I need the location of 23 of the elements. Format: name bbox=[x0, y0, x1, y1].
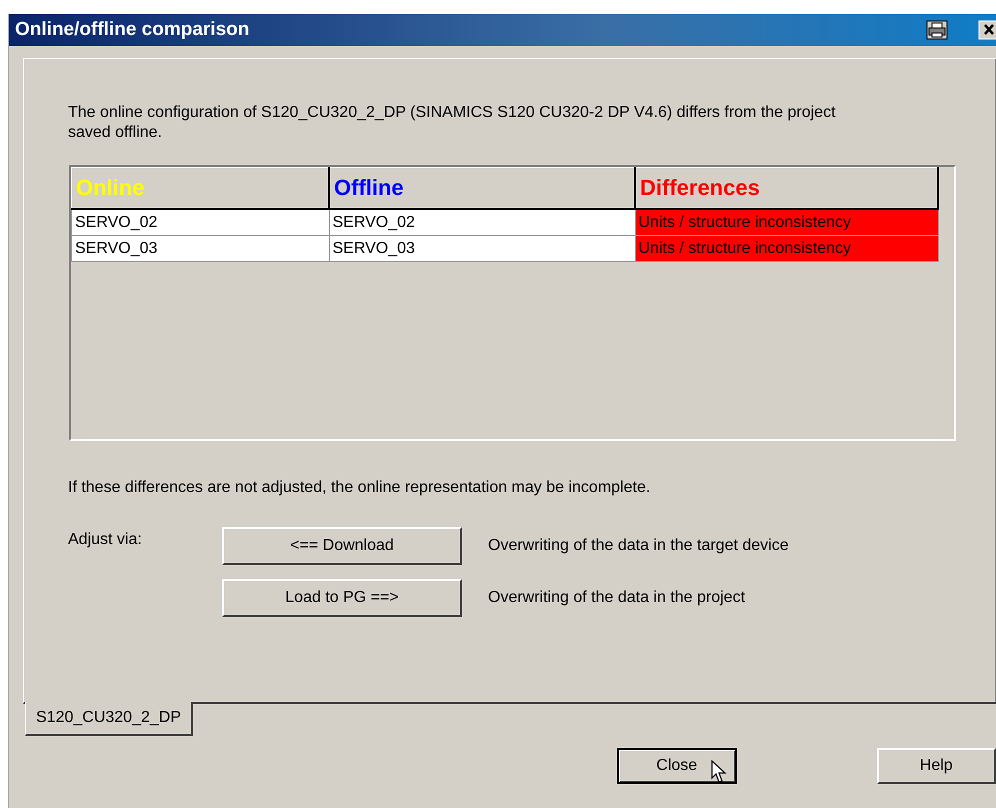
table-cell: Units / structure inconsistency bbox=[635, 209, 938, 236]
mouse-pointer-icon bbox=[711, 760, 727, 784]
action-description: Overwriting of the data in the target device bbox=[488, 537, 789, 555]
adjust-label: Adjust via: bbox=[68, 530, 143, 550]
action-button[interactable]: Load to PG ==> bbox=[222, 579, 462, 617]
warning-text: If these differences are not adjusted, the online representation may be incomplete. bbox=[68, 479, 652, 497]
action-description: Overwriting of the data in the project bbox=[488, 589, 746, 607]
table-cell: SERVO_03 bbox=[329, 236, 635, 262]
tab[interactable]: S120_CU320_2_DP bbox=[25, 702, 193, 736]
message-text: The online configuration of S120_CU320_2_DP (SINAMICS S120 CU320-2 DP V4.6) differs from the project saved offline. bbox=[68, 103, 837, 143]
table-cell: SERVO_02 bbox=[329, 209, 635, 236]
table-cell: SERVO_03 bbox=[72, 236, 329, 262]
column-header: Offline bbox=[329, 168, 635, 209]
column-header: Differences bbox=[635, 168, 938, 209]
table-cell: SERVO_02 bbox=[72, 209, 329, 236]
action-button[interactable]: <== Download bbox=[222, 527, 462, 565]
close-icon[interactable] bbox=[978, 20, 996, 40]
dialog-button[interactable]: Help bbox=[876, 748, 996, 784]
print-icon[interactable] bbox=[926, 20, 948, 40]
column-header: Online bbox=[72, 168, 329, 209]
window-title: Online/offline comparison bbox=[15, 19, 250, 41]
table-cell: Units / structure inconsistency bbox=[635, 236, 938, 262]
dialog-button[interactable]: Close bbox=[617, 748, 736, 784]
